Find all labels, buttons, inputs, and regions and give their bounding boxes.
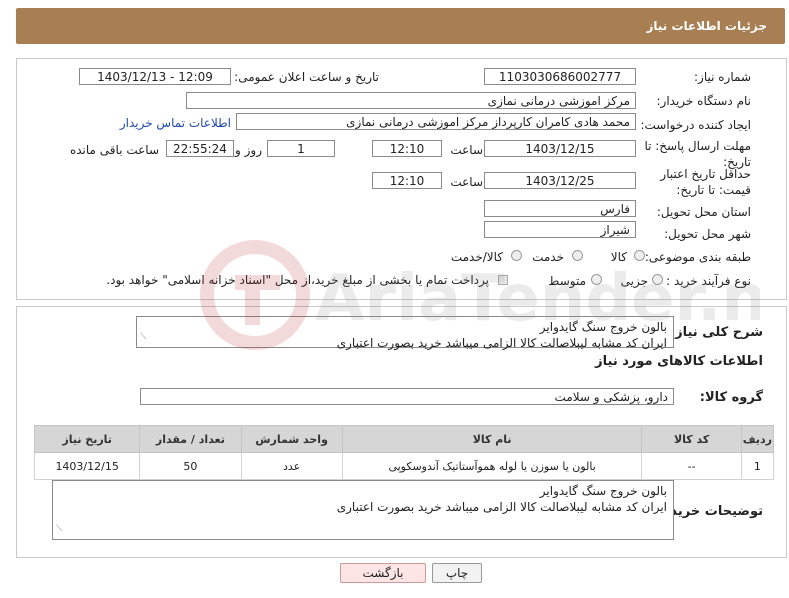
category-option-service: خدمت (532, 250, 564, 264)
col-goods-name: نام کالا (341, 425, 643, 453)
back-button[interactable]: بازگشت (340, 563, 426, 583)
goods-group-field: دارو، پزشکی و سلامت (140, 388, 674, 405)
price-validity-label-text: حداقل تاریخ اعتبار قیمت: تا تاریخ: (660, 167, 751, 197)
category-radio-goods[interactable] (634, 250, 645, 261)
creator-label: ایجاد کننده درخواست: (640, 118, 751, 132)
buyer-notes-line-2: ایران کد مشابه لیبلاصالت کالا الزامی میب… (336, 500, 667, 514)
remaining-time-field: 22:55:24 (166, 140, 234, 157)
treasury-payment-note: پرداخت تمام یا بخشی از مبلغ خرید،از محل … (106, 273, 489, 287)
announce-field: 1403/12/13 - 12:09 (79, 68, 231, 85)
col-need-date: تاریخ نیاز (33, 425, 141, 453)
deadline-time-field: 12:10 (372, 140, 442, 157)
need-number-field: 1103030686002777 (484, 68, 636, 85)
buyer-org-field: مرکز اموزشی درمانی نمازی (186, 92, 636, 109)
city-field: شیراز (484, 221, 636, 238)
col-row-number: ردیف (740, 425, 775, 453)
purchase-type-label: نوع فرآیند خرید : (666, 274, 751, 288)
cell-quantity: 50 (139, 452, 242, 480)
table-header-row: ردیف کد کالا نام کالا واحد شمارش تعداد /… (33, 425, 775, 453)
purchase-radio-minor[interactable] (652, 274, 663, 285)
validity-date-field: 1403/12/25 (484, 172, 636, 189)
table-row: 1 -- بالون یا سوزن یا لوله هموآستاتیک آن… (33, 452, 775, 480)
need-number-label: شماره نیاز: (694, 70, 751, 84)
col-unit: واحد شمارش (240, 425, 343, 453)
purchase-radio-medium[interactable] (591, 274, 602, 285)
description-label: شرح کلی نیاز: (669, 325, 763, 340)
col-quantity: تعداد / مقدار (139, 425, 242, 453)
validity-time-label: ساعت (450, 175, 483, 189)
cell-unit: عدد (240, 452, 343, 480)
category-option-goods: کالا (610, 250, 627, 264)
resize-handle-icon[interactable]: ⟋ (56, 521, 62, 537)
goods-section-title: اطلاعات کالاهای مورد نیاز (595, 354, 763, 369)
buyer-org-label: نام دستگاه خریدار: (656, 94, 752, 108)
resize-handle-icon[interactable]: ⟋ (140, 329, 146, 345)
cell-row-number: 1 (740, 452, 775, 480)
category-option-goods-service: کالا/خدمت (450, 250, 503, 264)
purchase-option-minor: جزیی (620, 274, 648, 288)
province-label: استان محل تحویل: (656, 205, 751, 219)
description-line-1: بالون خروج سنگ گایدوایر (539, 320, 667, 334)
days-label: روز و (235, 143, 262, 157)
description-line-2: ایران کد مشابه لیبلاصالت کالا الزامی میب… (336, 336, 667, 350)
description-textarea[interactable]: بالون خروج سنگ گایدوایر ایران کد مشابه ل… (136, 316, 674, 350)
province-field: فارس (484, 200, 636, 217)
cell-goods-name: بالون یا سوزن یا لوله هموآستاتیک آندوسکو… (341, 452, 643, 480)
page-header: جزئیات اطلاعات نیاز (16, 8, 785, 44)
creator-field: محمد هادی کامران کارپرداز مرکز اموزشی در… (236, 113, 636, 130)
page-title: جزئیات اطلاعات نیاز (646, 19, 767, 33)
category-label: طبقه بندی موضوعی: (644, 250, 751, 264)
deadline-label-text: مهلت ارسال پاسخ: تا تاریخ: (644, 139, 751, 169)
cell-need-date: 1403/12/15 (33, 452, 141, 480)
city-label: شهر محل تحویل: (664, 227, 751, 241)
buyer-notes-textarea[interactable]: بالون خروج سنگ گایدوایر ایران کد مشابه ل… (52, 480, 674, 540)
deadline-date-field: 1403/12/15 (484, 140, 636, 157)
goods-table: ردیف کد کالا نام کالا واحد شمارش تعداد /… (33, 425, 775, 480)
announce-label: تاریخ و ساعت اعلان عمومی: (234, 70, 379, 84)
cell-goods-code: -- (641, 452, 742, 480)
purchase-option-medium: متوسط (548, 274, 586, 288)
remaining-label: ساعت باقی مانده (69, 143, 159, 157)
buyer-notes-line-1: بالون خروج سنگ گایدوایر (539, 484, 667, 498)
treasury-payment-checkbox[interactable] (498, 275, 508, 285)
validity-time-field: 12:10 (372, 172, 442, 189)
col-goods-code: کد کالا (641, 425, 742, 453)
category-radio-service[interactable] (572, 250, 583, 261)
category-radio-goods-service[interactable] (511, 250, 522, 261)
deadline-time-label: ساعت (450, 143, 483, 157)
buyer-contact-link[interactable]: اطلاعات تماس خریدار (120, 116, 231, 130)
print-button[interactable]: چاپ (432, 563, 482, 583)
days-field: 1 (267, 140, 335, 157)
goods-group-label: گروه کالا: (699, 390, 763, 405)
price-validity-label: حداقل تاریخ اعتبار قیمت: تا تاریخ: (631, 166, 751, 198)
